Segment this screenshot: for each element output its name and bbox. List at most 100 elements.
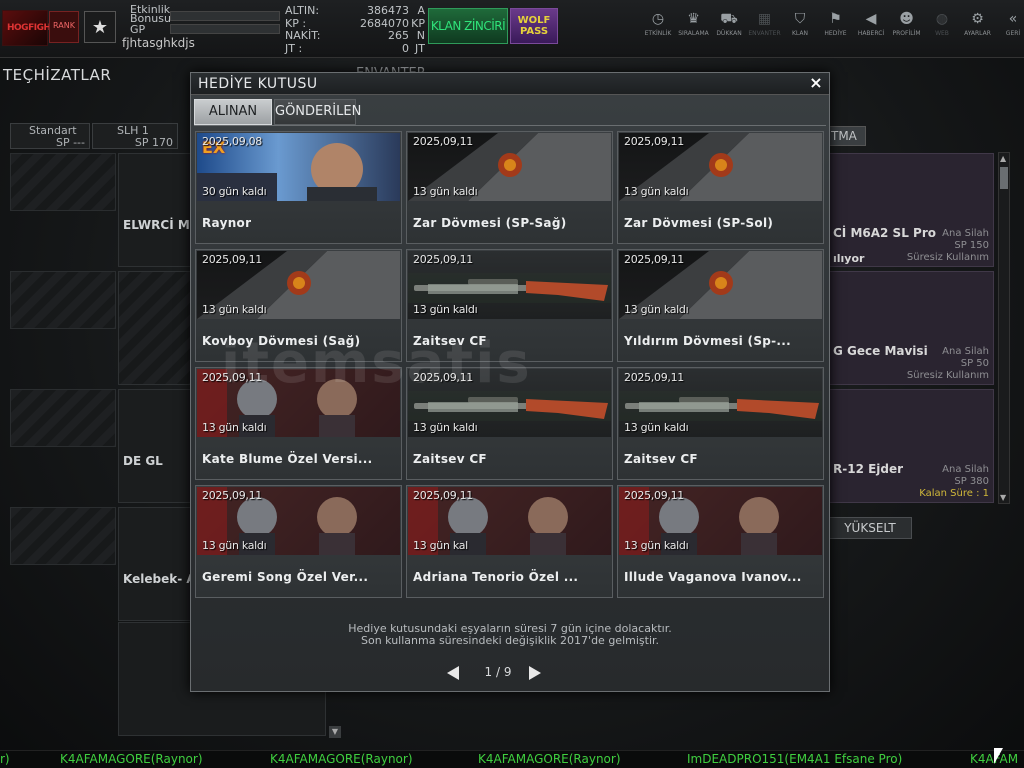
tab-right[interactable]: TMA <box>828 126 866 146</box>
inventory-item-name: Cİ M6A2 SL Pro <box>833 226 936 240</box>
gift-item-remaining: 13 gün kaldı <box>202 303 267 316</box>
nav-cart[interactable]: ⛟ DÜKKAN <box>711 10 747 37</box>
gift-item-name: Geremi Song Özel Ver... <box>202 570 369 584</box>
gift-item-card[interactable]: EX 2025,09,08 30 gün kaldı Raynor <box>195 131 402 244</box>
star-icon[interactable]: ★ <box>84 11 116 43</box>
ticker-entry: K4AFAMAGORE(Raynor) <box>60 752 203 766</box>
clan-shield-icon: ⛉ <box>794 11 806 27</box>
nav-inventory[interactable]: ▦ ENVANTER <box>747 10 783 37</box>
equip-slot[interactable] <box>10 153 116 211</box>
weapon-slot[interactable]: Kelebek- A <box>118 507 196 621</box>
gift-item-card[interactable]: 2025,09,11 13 gün kaldı Geremi Song Özel V… <box>195 485 402 598</box>
gp-bar <box>170 24 280 34</box>
dialog-header: HEDİYE KUTUSU × <box>191 73 829 95</box>
nav-megaphone[interactable]: ◀ HABERCİ <box>853 10 889 37</box>
top-bar: HOGFIGHT RANK ★ Etkinlik Bonusu GP fjhta… <box>0 0 1024 58</box>
scroll-thumb[interactable] <box>1000 167 1008 189</box>
gift-item-card[interactable]: 2025,09,11 13 gün kaldı Zar Dövmesi (SP-So… <box>617 131 824 244</box>
rank-badge-text: RANK <box>53 21 75 30</box>
equip-slot[interactable] <box>10 389 116 447</box>
gift-item-date: 2025,09,11 <box>624 253 684 266</box>
close-icon[interactable]: × <box>807 74 825 92</box>
kill-ticker: r) K4AFAMAGORE(Raynor) K4AFAMAGORE(Raynor)… <box>0 750 1024 768</box>
gift-item-card[interactable]: 2025,09,11 13 gün kaldı Zaitsev CF <box>617 367 824 480</box>
clan-chain-button[interactable]: KLAN ZİNCİRİ <box>428 8 508 44</box>
gift-item-date: 2025,09,11 <box>202 489 262 502</box>
currency-unit: JT <box>415 41 425 55</box>
gift-item-date: 2025,09,11 <box>413 489 473 502</box>
ticker-entry: K4AFAMAGORE(Raynor) <box>270 752 413 766</box>
currency-label: JT : <box>285 41 303 55</box>
gift-item-date: 2025,09,11 <box>413 253 473 266</box>
inventory-item[interactable]: R-12 Ejder Ana Silah SP 380 Kalan Süre : 1 <box>828 389 994 503</box>
currency-unit: N <box>416 29 425 42</box>
gift-item-remaining: 13 gün kaldı <box>202 421 267 434</box>
mouse-cursor-icon <box>994 748 1003 764</box>
equip-slot[interactable] <box>10 507 116 565</box>
back-icon: « <box>1008 11 1018 27</box>
tab-standart[interactable]: Standart SP --- <box>10 123 90 149</box>
clan-chain-label: KLAN ZİNCİRİ <box>430 19 506 33</box>
weapon-slot[interactable] <box>118 271 193 385</box>
tab-sent[interactable]: GÖNDERİLEN <box>274 99 361 125</box>
megaphone-icon: ◀ <box>865 11 877 27</box>
gift-item-card[interactable]: 2025,09,11 13 gün kaldı Yıldırım Dövmesi (… <box>617 249 824 362</box>
nav-ranking[interactable]: ♛ SIRALAMA <box>676 10 712 37</box>
scroll-down-icon[interactable]: ▼ <box>329 726 341 738</box>
nav-label: PROFİLİM <box>892 30 921 37</box>
scroll-up-icon[interactable]: ▲ <box>1000 154 1006 163</box>
upgrade-button[interactable]: YÜKSELT <box>828 517 912 539</box>
inventory-item-type: Ana Silah <box>942 346 989 357</box>
prev-page-icon[interactable] <box>447 666 459 680</box>
inventory-item[interactable]: Cİ M6A2 SL Pro Ana Silah SP 150 ılıyor Süres… <box>828 153 994 267</box>
watermark: itemsatis <box>221 331 532 396</box>
inventory-item-duration: Kalan Süre : 1 <box>919 488 989 499</box>
weapon-slot-name: Kelebek- A <box>123 572 196 586</box>
gift-icon: ⚑ <box>829 11 842 27</box>
next-page-icon[interactable] <box>529 666 541 680</box>
nav-label: KLAN <box>791 30 808 37</box>
equip-slot[interactable] <box>10 271 116 329</box>
gift-item-name: Zar Dövmesi (SP-Sağ) <box>413 216 567 230</box>
inventory-item-status: ılıyor <box>833 252 865 265</box>
gear-icon: ⚙ <box>971 11 984 27</box>
nav-label: HEDİYE <box>824 30 847 37</box>
nav-gift[interactable]: ⚑ HEDİYE <box>818 10 854 37</box>
tab-slh1[interactable]: SLH 1 SP 170 <box>92 123 178 149</box>
nav-clock[interactable]: ◷ ETKİNLİK <box>640 10 676 37</box>
weapon-slot-name: DE GL <box>123 454 163 468</box>
expiry-note-line2: Son kullanma süresindeki değişiklik 2017… <box>360 634 660 647</box>
nav-web[interactable]: ◍ WEB <box>924 10 960 37</box>
inventory-item[interactable]: G Gece Mavisi Ana Silah SP 50 Süresiz Kulla… <box>828 271 994 385</box>
gift-item-name: Raynor <box>202 216 252 230</box>
nav-profile[interactable]: ☻ PROFİLİM <box>889 10 925 37</box>
nav-gear[interactable]: ⚙ AYARLAR <box>960 10 996 37</box>
gift-item-card[interactable]: 2025,09,11 13 gün kal Adriana Tenorio Özel… <box>406 485 613 598</box>
gift-item-card[interactable]: 2025,09,11 13 gün kaldı Zar Dövmesi (SP-Sa… <box>406 131 613 244</box>
currency-panel: ALTIN: 386473 A KP :2684070 KP NAKİT: 265 N JT :… <box>285 4 425 55</box>
tab-received[interactable]: ALINAN <box>194 99 272 125</box>
gift-item-remaining: 13 gün kaldı <box>624 421 689 434</box>
nav-label: ETKİNLİK <box>644 30 672 37</box>
gift-item-name: Zar Dövmesi (SP-Sol) <box>624 216 774 230</box>
nav-back[interactable]: « GERİ <box>995 10 1024 37</box>
nav-label: AYARLAR <box>964 30 991 37</box>
nav-label: SIRALAMA <box>678 30 709 37</box>
inventory-item-sp: SP 150 <box>954 240 989 251</box>
scroll-down-icon[interactable]: ▼ <box>1000 493 1006 502</box>
wolf-pass-line2: PASS <box>519 26 549 37</box>
gift-item-date: 2025,09,11 <box>624 135 684 148</box>
currency-label: NAKİT: <box>285 29 321 42</box>
weapon-slot[interactable]: DE GL <box>118 389 193 503</box>
inventory-item-type: Ana Silah <box>942 464 989 475</box>
inventory-item-name: G Gece Mavisi <box>833 344 928 358</box>
gift-item-remaining: 13 gün kaldı <box>624 539 689 552</box>
gift-item-name: Adriana Tenorio Özel ... <box>413 570 579 584</box>
weapon-slot[interactable]: ELWRCİ M <box>118 153 193 267</box>
gift-item-card[interactable]: 2025,09,11 13 gün kaldı Illude Vaganova Iv… <box>617 485 824 598</box>
wolf-pass-button[interactable]: WOLF PASS <box>510 8 558 44</box>
inventory-item-type: Ana Silah <box>942 228 989 239</box>
inventory-scrollbar[interactable]: ▲ ▼ <box>998 152 1010 504</box>
nav-clan-shield[interactable]: ⛉ KLAN <box>782 10 818 37</box>
currency-row: ALTIN: 386473 A <box>285 4 425 18</box>
